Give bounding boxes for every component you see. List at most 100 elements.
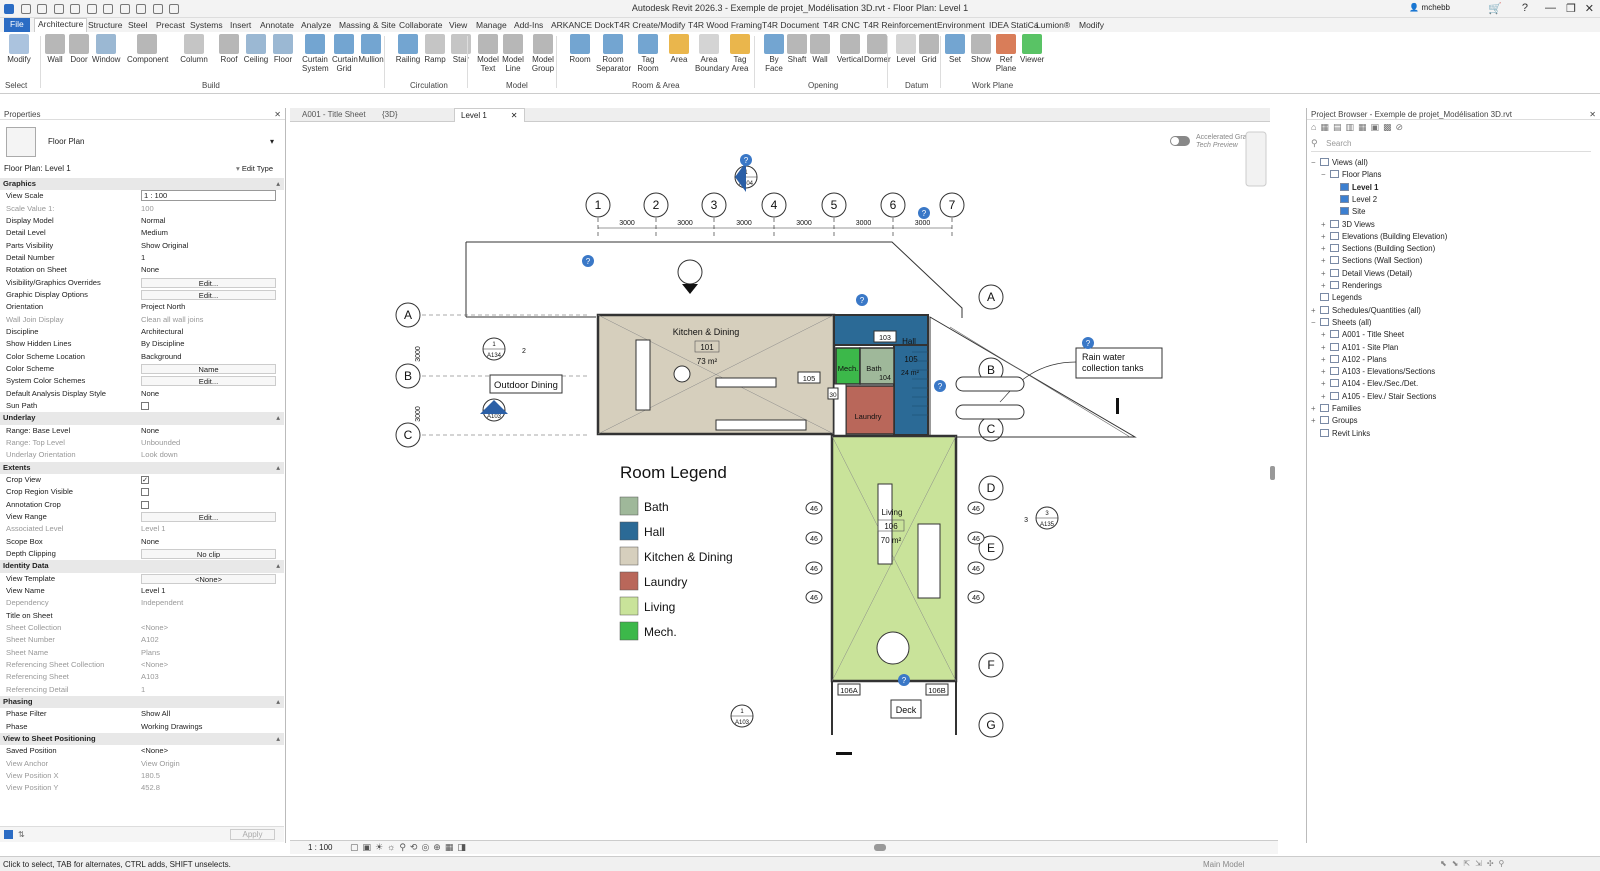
curtain-system-button[interactable]: Curtain System (302, 34, 329, 73)
expand-icon[interactable]: + (1321, 355, 1330, 364)
model-line-button[interactable]: Model Line (502, 34, 524, 73)
browser-item[interactable]: Level 1 (1331, 182, 1378, 192)
browser-item[interactable]: + Detail Views (Detail) (1321, 268, 1412, 278)
properties-section[interactable]: View to Sheet Positioning ▴ (0, 732, 284, 746)
level-button[interactable]: Level (895, 34, 917, 64)
browser-item[interactable]: + A104 - Elev./Sec./Det. (1321, 379, 1418, 388)
browser-item[interactable]: + Elevations (Building Elevation) (1321, 231, 1447, 241)
expand-icon[interactable]: + (1321, 244, 1330, 253)
ref-plane-button[interactable]: Ref Plane (995, 34, 1017, 73)
tag-room-button[interactable]: Tag Room (636, 34, 660, 73)
tab-modify[interactable]: Modify (1079, 20, 1104, 30)
expand-icon[interactable]: + (1321, 330, 1330, 339)
properties-section[interactable]: Underlay ▴ (0, 412, 284, 425)
properties-section[interactable]: Extents ▴ (0, 461, 284, 474)
properties-section[interactable]: Identity Data ▴ (0, 560, 284, 573)
checkbox[interactable] (141, 500, 149, 509)
expand-icon[interactable]: + (1321, 220, 1330, 229)
tab-architecture[interactable]: Architecture (34, 18, 88, 32)
collapse-icon[interactable]: ▴ (276, 696, 280, 708)
collapse-icon[interactable]: ▴ (276, 178, 280, 190)
tab-t4r-wood-framing[interactable]: T4R Wood Framing (688, 20, 762, 30)
close-button[interactable]: ✕ (1585, 2, 1594, 15)
drawing-canvas[interactable]: Accelerated Graphics Tech Preview 1 2 3 4 5 6 7 3… (290, 122, 1278, 840)
view-tab[interactable]: A001 - Title Sheet (302, 110, 366, 119)
properties-help-icon[interactable] (4, 830, 13, 839)
by-face-button[interactable]: By Face (763, 34, 785, 73)
type-selector[interactable]: Floor Plan (48, 137, 84, 146)
property-value[interactable]: 1 : 100 (141, 190, 276, 202)
view-tab[interactable]: {3D} (382, 110, 398, 119)
collapse-icon[interactable]: − (1311, 318, 1320, 327)
checkbox[interactable] (141, 401, 149, 410)
property-button[interactable]: <None> (141, 573, 276, 584)
expand-icon[interactable]: + (1311, 416, 1320, 425)
collapse-icon[interactable]: ▴ (276, 412, 280, 424)
tab-idea-statica[interactable]: IDEA StatiCa (989, 20, 1039, 30)
collapse-icon[interactable]: ▴ (276, 462, 280, 474)
tab-precast[interactable]: Precast (156, 20, 185, 30)
browser-item[interactable]: + Sections (Building Section) (1321, 244, 1435, 253)
shaft-button[interactable]: Shaft (786, 34, 808, 64)
tab-t4r-create-modify[interactable]: T4R Create/Modify (614, 20, 685, 30)
panel-work-plane[interactable]: Work Plane (972, 81, 1013, 90)
checkbox[interactable]: ✓ (141, 475, 149, 484)
tab-collaborate[interactable]: Collaborate (399, 20, 442, 30)
browser-search[interactable]: ⚲ Search (1311, 138, 1591, 152)
ceiling-button[interactable]: Ceiling (243, 34, 269, 64)
model-group-button[interactable]: Model Group (531, 34, 555, 73)
panel-select[interactable]: Select (5, 81, 27, 90)
floor-button[interactable]: Floor (272, 34, 294, 64)
grid-button[interactable]: Grid (918, 34, 940, 64)
close-icon[interactable]: ✕ (274, 110, 281, 119)
expand-icon[interactable]: + (1321, 269, 1330, 278)
wall-opening-button[interactable]: Wall (809, 34, 831, 64)
tab-annotate[interactable]: Annotate (260, 20, 294, 30)
expand-icon[interactable]: + (1311, 404, 1320, 413)
browser-item[interactable]: Site (1331, 207, 1365, 216)
expand-icon[interactable]: + (1321, 367, 1330, 376)
collapse-icon[interactable]: ▴ (276, 560, 280, 572)
restore-button[interactable]: ❐ (1566, 2, 1576, 15)
expand-icon[interactable]: + (1321, 392, 1330, 401)
tab-view[interactable]: View (449, 20, 467, 30)
browser-item[interactable]: + Groups (1311, 416, 1358, 425)
browser-item[interactable]: + A103 - Elevations/Sections (1321, 367, 1435, 376)
sort-icon[interactable]: ⇅ (18, 830, 25, 839)
browser-item[interactable]: Legends (1311, 293, 1362, 302)
expand-icon[interactable]: + (1321, 256, 1330, 265)
window-button[interactable]: Window (92, 34, 120, 64)
close-icon[interactable]: ✕ (1589, 110, 1596, 119)
curtain-grid-button[interactable]: Curtain Grid (332, 34, 358, 73)
browser-item[interactable]: + Renderings (1321, 281, 1382, 290)
component-button[interactable]: Component (127, 34, 168, 64)
selection-filters-icon[interactable]: ⬉⬊⇱⇲✣⚲ (1440, 859, 1509, 868)
panel-datum[interactable]: Datum (905, 81, 929, 90)
model-selector[interactable]: Main Model (1203, 860, 1244, 869)
elevation-mark[interactable] (677, 259, 703, 285)
checkbox[interactable] (141, 488, 149, 497)
instance-filter[interactable]: Floor Plan: Level 1 (4, 164, 71, 173)
tab-environment[interactable]: Environment (937, 20, 985, 30)
collapse-icon[interactable]: − (1311, 158, 1320, 167)
navigation-bar[interactable] (1245, 131, 1267, 187)
tab-massing-site[interactable]: Massing & Site (339, 20, 396, 30)
collapse-icon[interactable]: − (1321, 170, 1330, 179)
property-checkbox[interactable]: ✓ (141, 474, 276, 486)
user-menu[interactable]: 👤 mchebb (1409, 3, 1450, 12)
vertical-button[interactable]: Vertical (836, 34, 864, 64)
properties-section[interactable]: Phasing ▴ (0, 695, 284, 709)
browser-item[interactable]: − Views (all) (1311, 158, 1368, 167)
close-icon[interactable]: ✕ (511, 111, 518, 120)
tab-t4r-document[interactable]: T4R Document (762, 20, 819, 30)
room-button[interactable]: Room (568, 34, 592, 64)
mullion-button[interactable]: Mullion (357, 34, 385, 64)
vertical-scrollbar[interactable] (1270, 466, 1275, 480)
area-boundary-button[interactable]: Area Boundary (695, 34, 729, 73)
tab-t4r-cnc[interactable]: T4R CNC (823, 20, 860, 30)
panel-room-area[interactable]: Room & Area (632, 81, 680, 90)
tab-manage[interactable]: Manage (476, 20, 507, 30)
browser-item[interactable]: + A105 - Elev./ Stair Sections (1321, 391, 1436, 401)
property-button[interactable]: Edit... (141, 511, 276, 522)
ramp-button[interactable]: Ramp (424, 34, 446, 64)
